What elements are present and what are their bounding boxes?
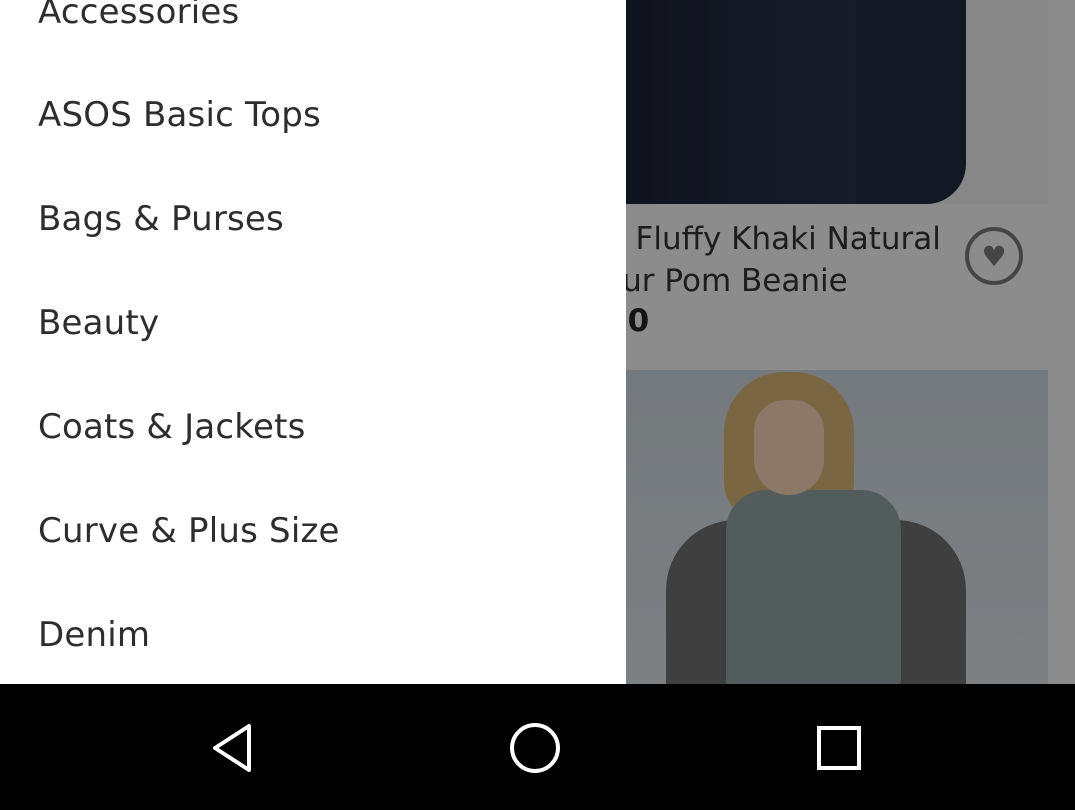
home-circle-icon [510,723,560,773]
drawer-item-curve-plus-size[interactable]: Curve & Plus Size [38,511,340,551]
recents-button[interactable] [799,708,879,788]
drawer-item-asos-basic-tops[interactable]: ASOS Basic Tops [38,95,321,135]
drawer-item-beauty[interactable]: Beauty [38,303,159,343]
back-triangle-icon [213,724,251,772]
navigation-drawer: Accessories ASOS Basic Tops Bags & Purse… [0,0,626,684]
drawer-item-denim[interactable]: Denim [38,615,150,655]
app-screen: S Fluffy Khaki Natural Fur Pom Beanie 50… [0,0,1075,684]
recents-square-icon [817,726,861,770]
system-nav-bar [0,684,1075,810]
drawer-item-coats-jackets[interactable]: Coats & Jackets [38,407,306,447]
drawer-item-accessories[interactable]: Accessories [38,0,239,32]
drawer-scrim[interactable] [626,0,1075,684]
back-button[interactable] [193,708,273,788]
home-button[interactable] [495,708,575,788]
drawer-item-bags-purses[interactable]: Bags & Purses [38,199,284,239]
